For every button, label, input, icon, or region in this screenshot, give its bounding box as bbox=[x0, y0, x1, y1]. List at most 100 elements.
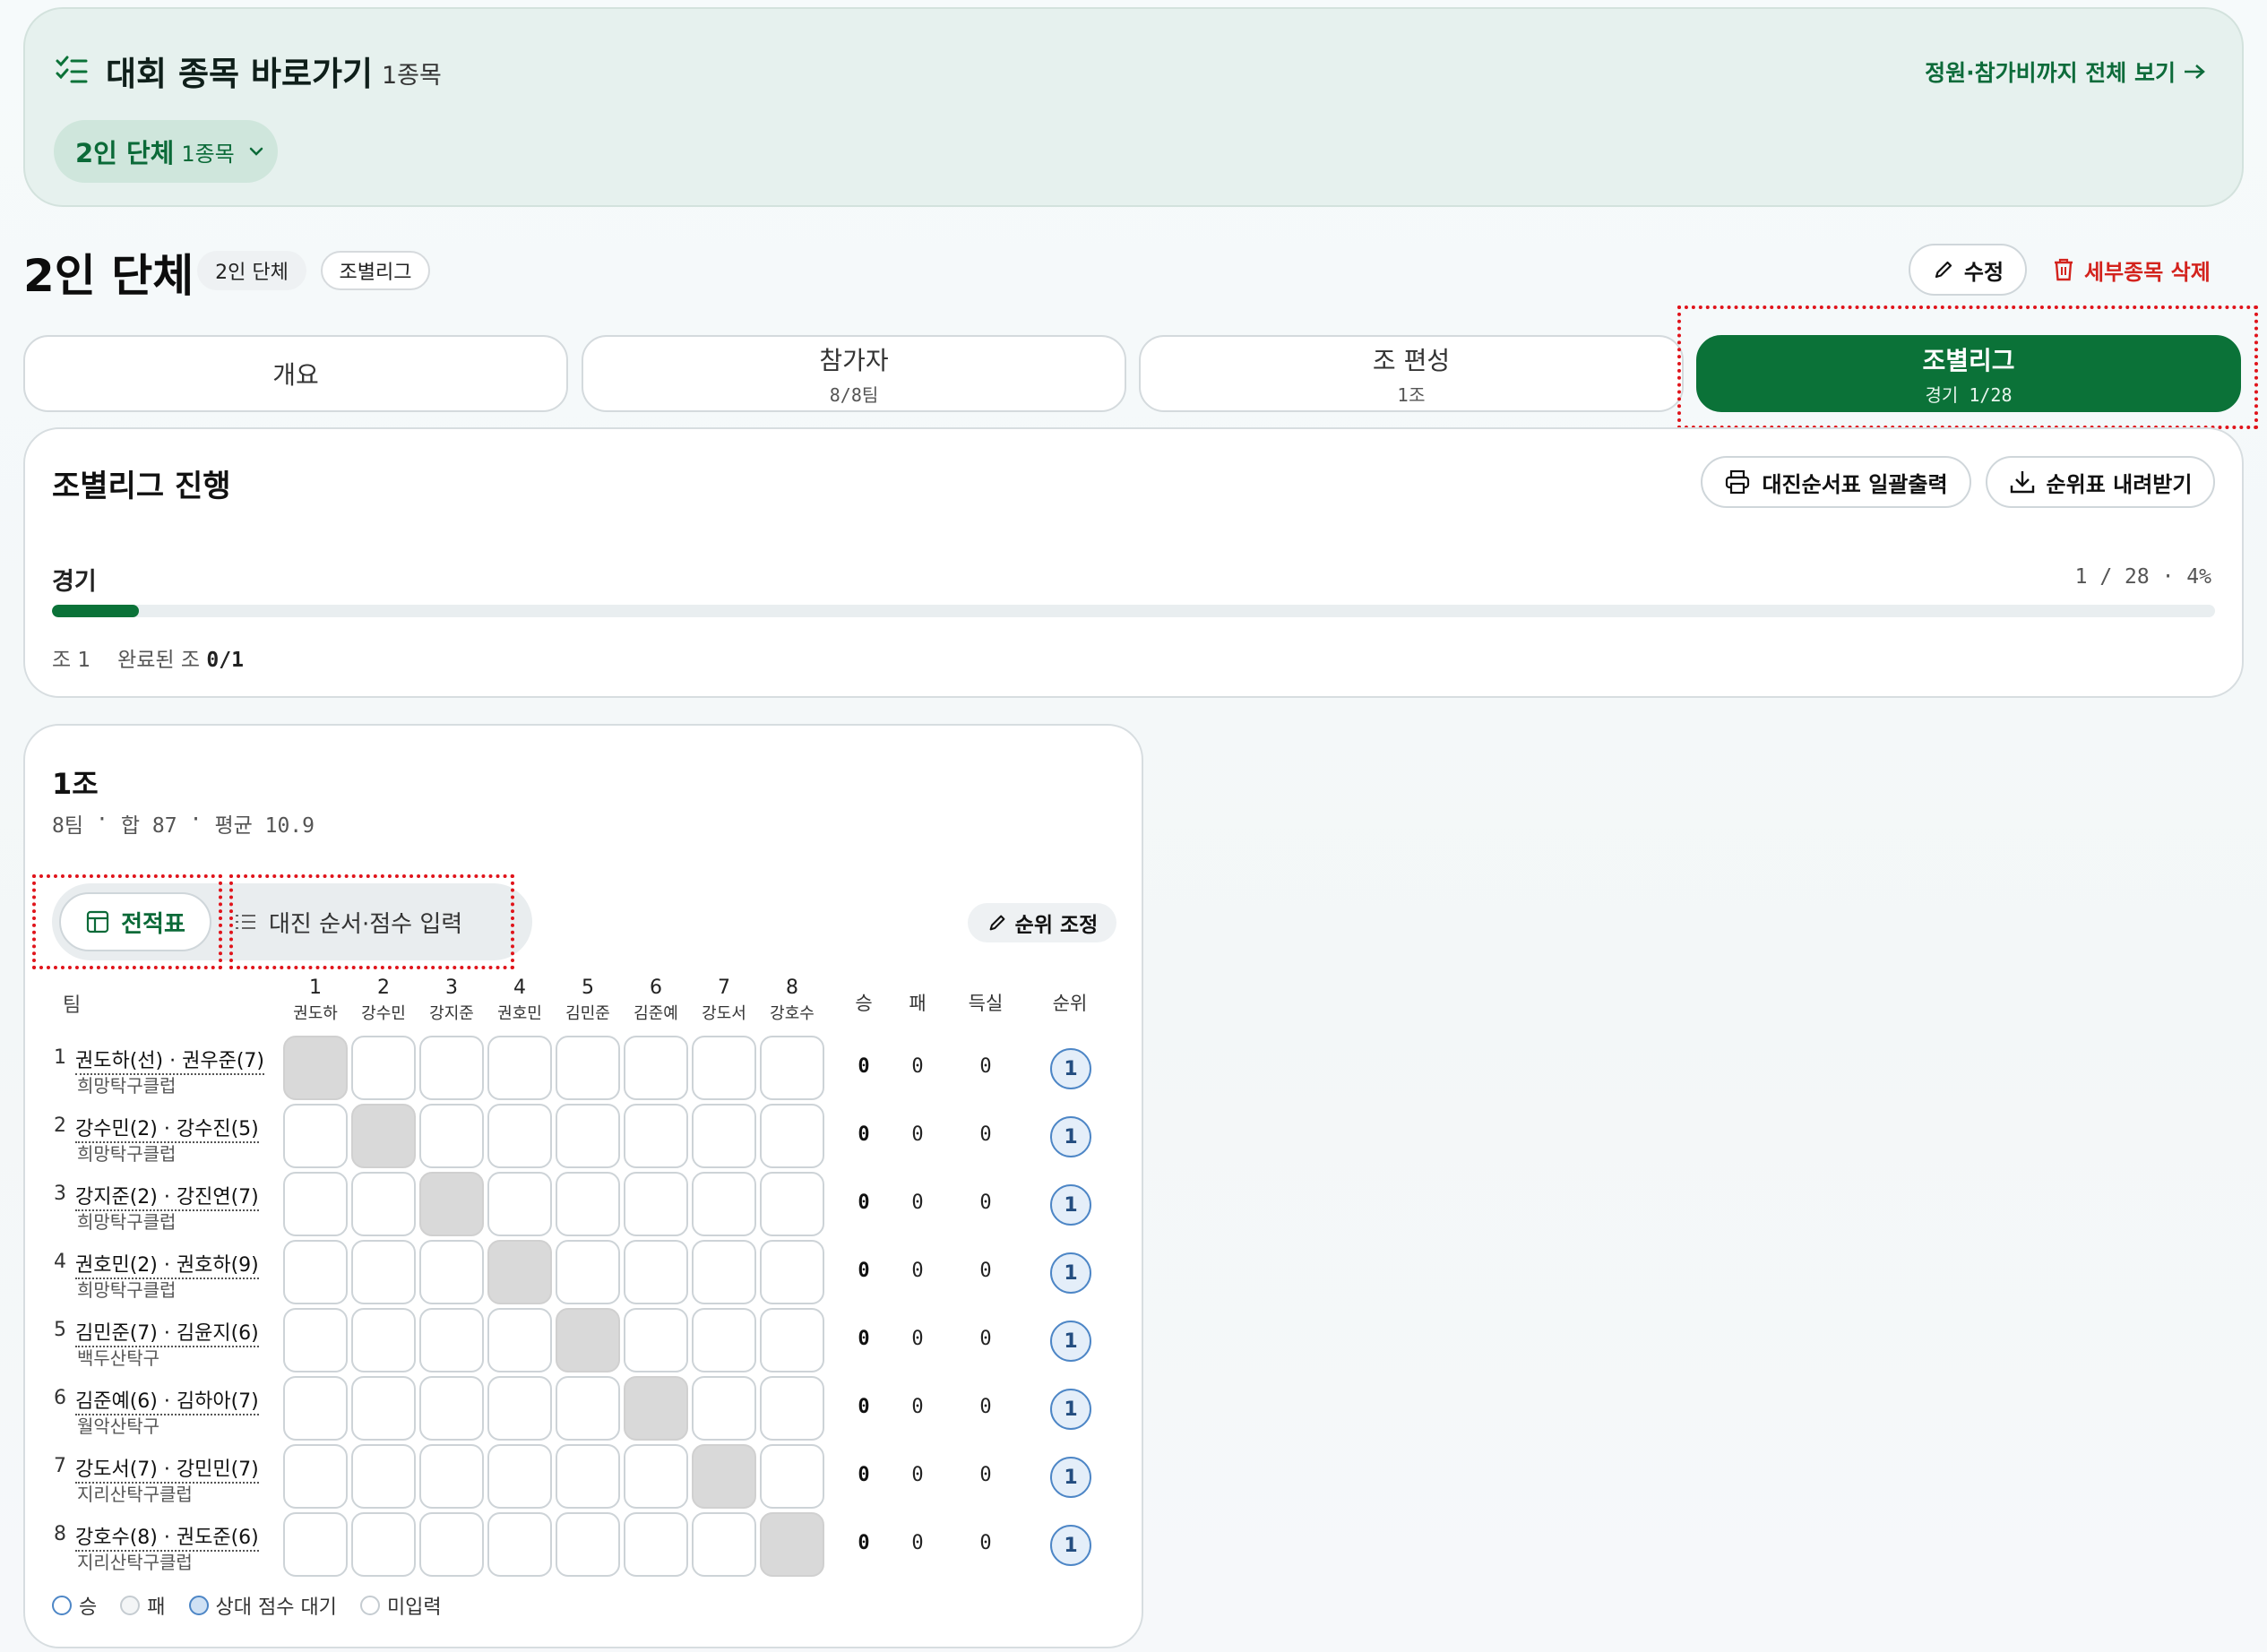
matrix-cell[interactable] bbox=[624, 1104, 688, 1168]
matrix-cell[interactable] bbox=[624, 1444, 688, 1509]
team-name-link[interactable]: 강지준(2) · 강진연(7) bbox=[75, 1181, 259, 1211]
matrix-cell[interactable] bbox=[692, 1104, 756, 1168]
team-name-link[interactable]: 김준예(6) · 김하아(7) bbox=[75, 1385, 259, 1415]
matrix-cell[interactable] bbox=[760, 1444, 824, 1509]
view-all-label: 정원·참가비까지 전체 보기 bbox=[1925, 60, 2176, 86]
matrix-cell[interactable] bbox=[419, 1308, 484, 1372]
matrix-cell[interactable] bbox=[692, 1512, 756, 1577]
matrix-cell[interactable] bbox=[760, 1036, 824, 1100]
losses: 0 bbox=[911, 1328, 924, 1350]
view-all-link[interactable]: 정원·참가비까지 전체 보기 bbox=[1925, 56, 2206, 88]
matrix-cell[interactable] bbox=[283, 1104, 348, 1168]
matrix-cell[interactable] bbox=[419, 1036, 484, 1100]
matrix-cell[interactable] bbox=[624, 1240, 688, 1304]
download-standings-button[interactable]: 순위표 내려받기 bbox=[1986, 456, 2215, 508]
matrix-cell[interactable] bbox=[419, 1512, 484, 1577]
delete-subevent-button[interactable]: 세부종목 삭제 bbox=[2052, 247, 2211, 292]
stat-column-header: 승 bbox=[855, 993, 873, 1014]
tab-group-league[interactable]: 조별리그 경기 1/28 bbox=[1696, 335, 2241, 412]
team-name-link[interactable]: 김민준(7) · 김윤지(6) bbox=[75, 1317, 259, 1347]
matrix-cell[interactable] bbox=[760, 1104, 824, 1168]
matrix-cell[interactable] bbox=[556, 1172, 620, 1236]
matrix-cell[interactable] bbox=[487, 1036, 552, 1100]
rank-badge: 1 bbox=[1050, 1321, 1091, 1362]
matrix-cell[interactable] bbox=[283, 1376, 348, 1441]
point-diff: 0 bbox=[979, 1328, 992, 1350]
checklist-icon bbox=[56, 56, 88, 83]
matrix-cell[interactable] bbox=[351, 1172, 416, 1236]
view-results-table-button[interactable]: 전적표 bbox=[59, 892, 211, 951]
team-name-link[interactable]: 강호수(8) · 권도준(6) bbox=[75, 1521, 259, 1552]
rank-adjust-label: 순위 조정 bbox=[1014, 914, 1099, 937]
matrix-cell[interactable] bbox=[556, 1104, 620, 1168]
team-name-link[interactable]: 강수민(2) · 강수진(5) bbox=[75, 1113, 259, 1143]
matrix-cell[interactable] bbox=[760, 1308, 824, 1372]
matrix-cell[interactable] bbox=[351, 1376, 416, 1441]
rank-adjust-button[interactable]: 순위 조정 bbox=[968, 903, 1116, 942]
matrix-cell[interactable] bbox=[760, 1376, 824, 1441]
matrix-cell[interactable] bbox=[351, 1444, 416, 1509]
matrix-cell[interactable] bbox=[283, 1240, 348, 1304]
column-number: 1 bbox=[309, 977, 322, 999]
team-index: 6 bbox=[54, 1387, 66, 1409]
matrix-cell[interactable] bbox=[556, 1376, 620, 1441]
tab-overview[interactable]: 개요 bbox=[23, 335, 568, 412]
matrix-cell[interactable] bbox=[283, 1444, 348, 1509]
matrix-cell[interactable] bbox=[487, 1376, 552, 1441]
matrix-cell[interactable] bbox=[692, 1376, 756, 1441]
matrix-cell[interactable] bbox=[487, 1104, 552, 1168]
matrix-cell[interactable] bbox=[283, 1308, 348, 1372]
matrix-cell[interactable] bbox=[760, 1172, 824, 1236]
matrix-cell[interactable] bbox=[556, 1240, 620, 1304]
matrix-cell[interactable] bbox=[692, 1172, 756, 1236]
matrix-cell[interactable] bbox=[556, 1444, 620, 1509]
progress-meta: 조 1 완료된 조 0/1 bbox=[52, 642, 244, 673]
legend-waiting: 상대 점수 대기 bbox=[188, 1591, 337, 1620]
matrix-cell[interactable] bbox=[419, 1376, 484, 1441]
point-diff: 0 bbox=[979, 1532, 992, 1554]
team-row: 2 강수민(2) · 강수진(5) 희망탁구클럽 0 0 0 1 bbox=[25, 1104, 1145, 1172]
format-tag: 2인 단체 bbox=[197, 251, 306, 290]
column-name: 권도하 bbox=[293, 1004, 338, 1023]
matrix-cell[interactable] bbox=[351, 1036, 416, 1100]
matrix-cell[interactable] bbox=[351, 1512, 416, 1577]
team-club: 지리산탁구클럽 bbox=[77, 1484, 193, 1505]
matrix-cell[interactable] bbox=[624, 1512, 688, 1577]
matrix-cell[interactable] bbox=[692, 1308, 756, 1372]
matrix-cell[interactable] bbox=[351, 1240, 416, 1304]
event-chip-2p-team[interactable]: 2인 단체 1종목 bbox=[54, 120, 278, 183]
matrix-cell[interactable] bbox=[692, 1036, 756, 1100]
legend-label: 미입력 bbox=[386, 1596, 442, 1619]
tab-label: 조 편성 bbox=[1372, 345, 1451, 375]
rank-badge: 1 bbox=[1050, 1525, 1091, 1566]
matrix-cell[interactable] bbox=[419, 1240, 484, 1304]
matrix-cell[interactable] bbox=[419, 1444, 484, 1509]
matrix-cell[interactable] bbox=[487, 1172, 552, 1236]
group-count: 조 1 bbox=[52, 649, 91, 672]
matrix-cell[interactable] bbox=[487, 1512, 552, 1577]
print-bracket-button[interactable]: 대진순서표 일괄출력 bbox=[1701, 456, 1971, 508]
tab-grouping[interactable]: 조 편성 1조 bbox=[1139, 335, 1684, 412]
matrix-cell[interactable] bbox=[283, 1172, 348, 1236]
view-match-order-button[interactable]: 대진 순서·점수 입력 bbox=[228, 892, 514, 951]
team-name-link[interactable]: 권도하(선) · 권우준(7) bbox=[75, 1045, 264, 1075]
matrix-cell[interactable] bbox=[624, 1308, 688, 1372]
matrix-cell[interactable] bbox=[283, 1512, 348, 1577]
tab-participants[interactable]: 참가자 8/8팀 bbox=[582, 335, 1126, 412]
matrix-cell[interactable] bbox=[487, 1444, 552, 1509]
matrix-cell[interactable] bbox=[556, 1512, 620, 1577]
team-row: 3 강지준(2) · 강진연(7) 희망탁구클럽 0 0 0 1 bbox=[25, 1172, 1145, 1240]
team-name-link[interactable]: 강도서(7) · 강민민(7) bbox=[75, 1453, 259, 1484]
team-name-link[interactable]: 권호민(2) · 권호하(9) bbox=[75, 1249, 259, 1279]
matrix-cell[interactable] bbox=[624, 1172, 688, 1236]
group-title: 1조 bbox=[52, 767, 99, 801]
edit-button[interactable]: 수정 bbox=[1909, 244, 2027, 296]
matrix-cell[interactable] bbox=[487, 1308, 552, 1372]
matrix-cell[interactable] bbox=[419, 1104, 484, 1168]
matrix-cell[interactable] bbox=[351, 1308, 416, 1372]
legend-loss: 패 bbox=[120, 1591, 166, 1620]
matrix-cell[interactable] bbox=[760, 1240, 824, 1304]
matrix-cell[interactable] bbox=[556, 1036, 620, 1100]
matrix-cell[interactable] bbox=[692, 1240, 756, 1304]
matrix-cell[interactable] bbox=[624, 1036, 688, 1100]
